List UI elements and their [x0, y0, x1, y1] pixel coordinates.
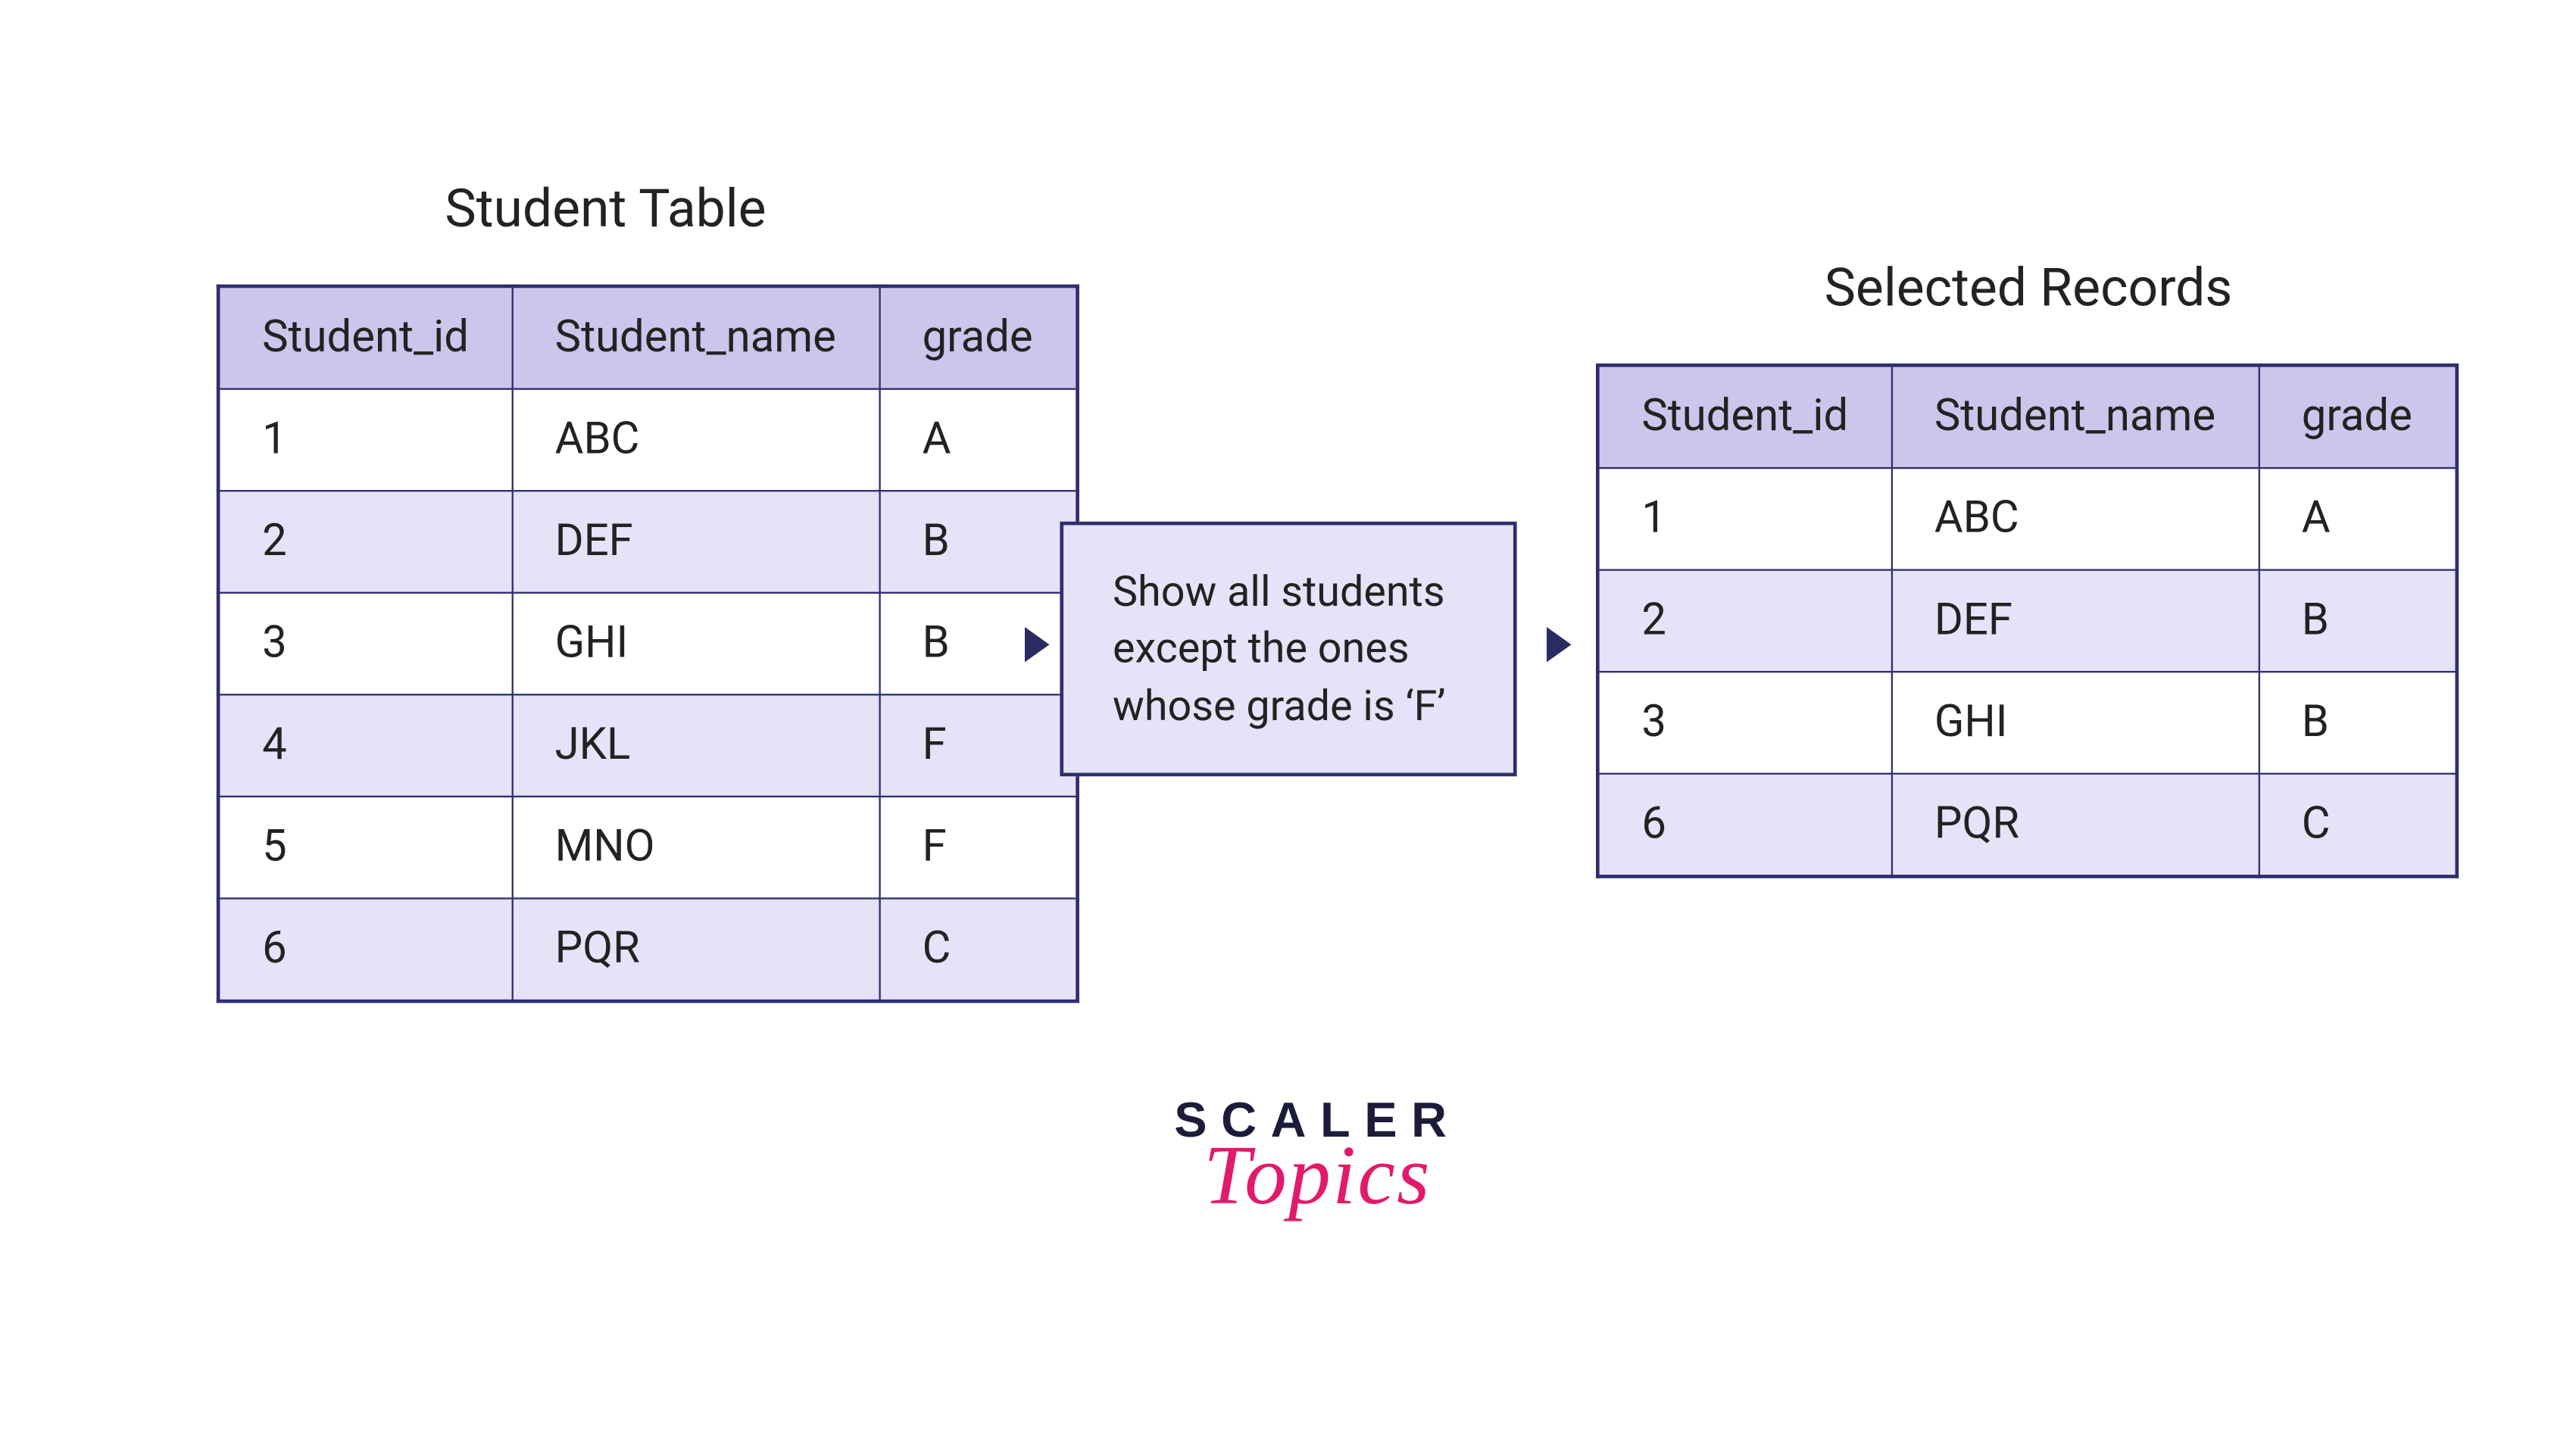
selected-records-body: 1ABCA2DEFB3GHIB6PQRC	[1597, 468, 2456, 876]
col-header-id: Student_id	[218, 286, 512, 389]
table-cell: PQR	[1891, 774, 2259, 877]
table-cell: 6	[218, 898, 512, 1001]
table-cell: 1	[1597, 468, 1891, 570]
table-cell: DEF	[511, 491, 879, 593]
table-cell: 1	[218, 389, 512, 491]
table-row: 3GHIB	[218, 593, 1077, 695]
table-row: 6PQRC	[1597, 774, 2456, 877]
table-cell: A	[879, 389, 1076, 491]
logo-line-2: Topics	[1174, 1128, 1460, 1224]
table-cell: 3	[218, 593, 512, 695]
student-table-body: 1ABCA2DEFB3GHIB4JKLF5MNOF6PQRC	[218, 389, 1077, 1002]
col-header-id: Student_id	[1597, 365, 1891, 468]
table-cell: B	[879, 491, 1076, 593]
table-cell: JKL	[511, 694, 879, 797]
table-cell: ABC	[511, 389, 879, 491]
selected-records-title: Selected Records	[1824, 258, 2232, 320]
table-cell: MNO	[511, 797, 879, 899]
table-cell: 5	[218, 797, 512, 899]
student-table-title: Student Table	[445, 179, 766, 240]
table-cell: F	[879, 797, 1076, 899]
arrow-right-icon	[1547, 627, 1571, 662]
table-row: 1ABCA	[1597, 468, 2456, 570]
table-cell: B	[2258, 570, 2456, 672]
table-cell: 2	[1597, 570, 1891, 672]
arrow-right-icon	[1025, 627, 1049, 662]
table-cell: 2	[218, 491, 512, 593]
table-row: 4JKLF	[218, 694, 1077, 797]
col-header-name: Student_name	[511, 286, 879, 389]
scaler-topics-logo: SCALER Topics	[1174, 1093, 1460, 1224]
table-cell: C	[2258, 774, 2456, 877]
table-cell: A	[2258, 468, 2456, 570]
student-table: Student_id Student_name grade 1ABCA2DEFB…	[216, 285, 1078, 1003]
col-header-grade: grade	[879, 286, 1076, 389]
table-row: 6PQRC	[218, 898, 1077, 1001]
col-header-grade: grade	[2258, 365, 2456, 468]
table-row: 3GHIB	[1597, 672, 2456, 774]
table-row: 1ABCA	[218, 389, 1077, 491]
table-cell: F	[879, 694, 1076, 797]
table-cell: 3	[1597, 672, 1891, 774]
selected-records-table: Student_id Student_name grade 1ABCA2DEFB…	[1596, 363, 2458, 878]
table-cell: PQR	[511, 898, 879, 1001]
table-row: 5MNOF	[218, 797, 1077, 899]
filter-description: Show all students except the ones whose …	[1060, 522, 1516, 777]
table-cell: ABC	[1891, 468, 2259, 570]
table-row: 2DEFB	[1597, 570, 2456, 672]
table-cell: C	[879, 898, 1076, 1001]
table-cell: GHI	[511, 593, 879, 695]
table-cell: GHI	[1891, 672, 2259, 774]
table-cell: 4	[218, 694, 512, 797]
table-row: 2DEFB	[218, 491, 1077, 593]
col-header-name: Student_name	[1891, 365, 2259, 468]
table-cell: 6	[1597, 774, 1891, 877]
table-cell: B	[2258, 672, 2456, 774]
table-cell: DEF	[1891, 570, 2259, 672]
